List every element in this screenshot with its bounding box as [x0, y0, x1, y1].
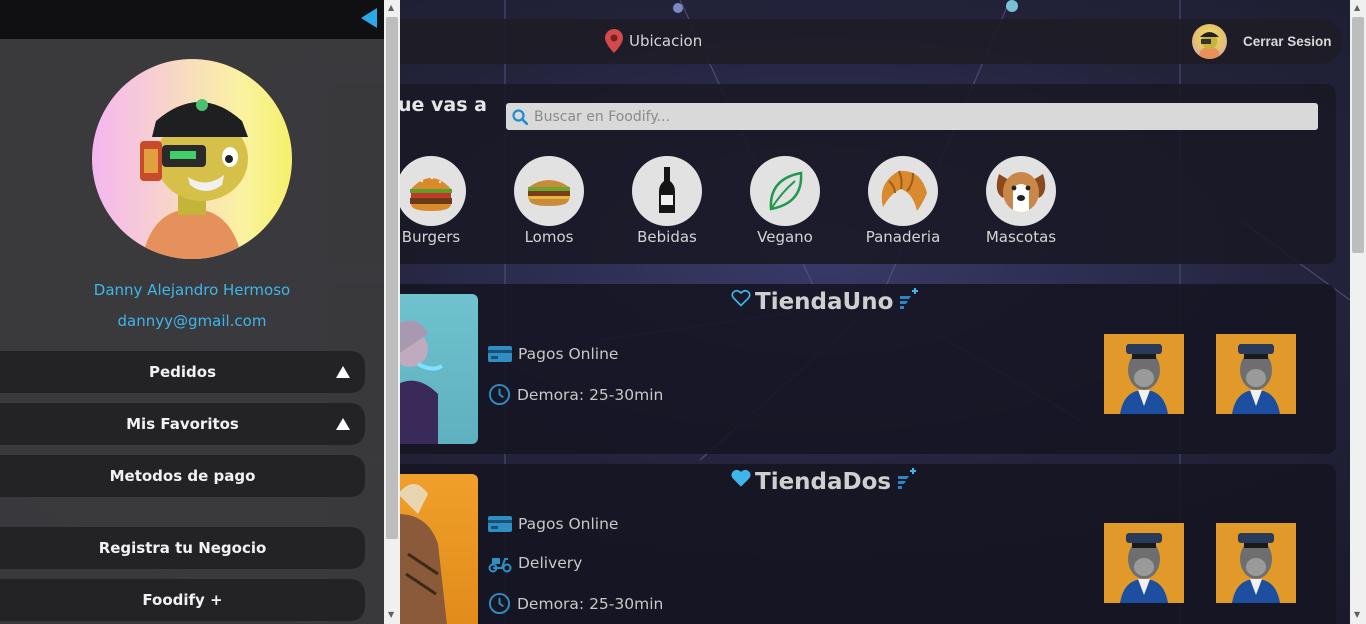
user-name: Danny Alejandro Hermoso — [93, 281, 291, 299]
logout-button[interactable]: Cerrar Sesion — [1243, 34, 1332, 49]
dog-icon — [986, 156, 1056, 226]
menu-label: Metodos de pago — [109, 467, 256, 485]
scooter-icon — [488, 558, 512, 573]
menu-registra-tu-negocio[interactable]: Registra tu Negocio — [0, 527, 365, 569]
category-panaderia[interactable]: Panaderia — [848, 156, 958, 246]
product-thumbnail[interactable] — [1104, 523, 1184, 603]
feature-label: Demora: 25-30min — [517, 594, 664, 613]
map-pin-icon — [605, 29, 623, 53]
search-question-text: ue vas a — [398, 94, 487, 116]
burger-icon — [396, 156, 466, 226]
menu-mis-favoritos[interactable]: Mis Favoritos — [0, 403, 365, 445]
scrollbar-thumb[interactable] — [386, 17, 398, 539]
heart-filled-icon[interactable] — [731, 468, 751, 488]
feature-label: Pagos Online — [518, 515, 619, 533]
menu-label: Pedidos — [148, 363, 217, 381]
menu-label: Foodify + — [142, 591, 223, 609]
user-email: dannyy@gmail.com — [117, 312, 267, 330]
category-lomos[interactable]: Lomos — [494, 156, 604, 246]
search-bar[interactable] — [506, 103, 1318, 130]
location-label: Ubicacion — [629, 32, 703, 50]
product-thumbnail[interactable] — [1216, 334, 1296, 414]
category-bebidas[interactable]: Bebidas — [612, 156, 722, 246]
feature-label: Demora: 25-30min — [517, 385, 664, 404]
product-thumbnail[interactable] — [1216, 523, 1296, 603]
store-image — [398, 474, 478, 624]
sidebar-top-bar — [0, 0, 384, 39]
feature-delay: Demora: 25-30min — [488, 592, 663, 615]
scroll-down-arrow-icon[interactable]: ▼ — [388, 611, 394, 619]
menu-pedidos[interactable]: Pedidos — [0, 351, 365, 393]
feature-online-payment: Pagos Online — [488, 514, 618, 534]
scrollbar-thumb[interactable] — [1352, 17, 1364, 253]
expand-triangle-icon[interactable] — [336, 418, 350, 430]
leaf-icon — [750, 156, 820, 226]
category-label: Mascotas — [985, 228, 1057, 246]
menu-label: Mis Favoritos — [126, 415, 239, 433]
collapse-sidebar-icon[interactable] — [361, 8, 377, 28]
menu-foodify-plus[interactable]: Foodify + — [0, 579, 365, 621]
feature-online-payment: Pagos Online — [488, 344, 618, 364]
product-thumbnail[interactable] — [1104, 334, 1184, 414]
store-title: TiendaUno — [731, 288, 921, 315]
search-icon — [512, 108, 528, 125]
store-name: TiendaUno — [755, 289, 894, 315]
category-label: Burgers — [401, 228, 461, 246]
avatar-small[interactable] — [1192, 24, 1227, 59]
feature-delivery: Delivery — [488, 553, 582, 573]
feature-label: Pagos Online — [518, 345, 619, 363]
category-label: Vegano — [757, 228, 813, 246]
scroll-down-arrow-icon[interactable]: ▼ — [1354, 611, 1360, 619]
search-input[interactable] — [534, 108, 1294, 125]
foodify-plus-badge-icon — [898, 468, 917, 489]
sidebar: Danny Alejandro Hermoso dannyy@gmail.com… — [0, 0, 384, 624]
heart-outline-icon[interactable] — [731, 288, 751, 308]
feature-label: Delivery — [518, 554, 583, 572]
store-name: TiendaDos — [755, 469, 892, 495]
sidebar-scrollbar[interactable]: ▲ ▼ — [384, 0, 400, 624]
user-header-area: Cerrar Sesion — [1192, 24, 1332, 59]
location-button[interactable]: Ubicacion — [605, 29, 702, 53]
menu-metodos-de-pago[interactable]: Metodos de pago — [0, 455, 365, 497]
avatar[interactable] — [92, 59, 292, 259]
menu-label: Registra tu Negocio — [98, 539, 267, 557]
category-label: Panaderia — [865, 228, 941, 246]
bottle-icon — [632, 156, 702, 226]
croissant-icon — [868, 156, 938, 226]
expand-triangle-icon[interactable] — [336, 366, 350, 378]
clock-icon — [488, 383, 511, 406]
category-vegano[interactable]: Vegano — [730, 156, 840, 246]
scroll-up-arrow-icon[interactable]: ▲ — [1354, 4, 1360, 12]
top-header — [330, 19, 1342, 64]
clock-icon — [488, 592, 511, 615]
store-image — [398, 294, 478, 444]
page-scrollbar[interactable]: ▲ ▼ — [1350, 0, 1366, 624]
category-label: Lomos — [524, 228, 574, 246]
category-label: Bebidas — [637, 228, 697, 246]
feature-delay: Demora: 25-30min — [488, 383, 663, 406]
sandwich-icon — [514, 156, 584, 226]
scroll-up-arrow-icon[interactable]: ▲ — [388, 4, 394, 12]
store-title: TiendaDos — [731, 468, 919, 495]
category-mascotas[interactable]: Mascotas — [966, 156, 1076, 246]
credit-card-icon — [488, 346, 512, 362]
credit-card-icon — [488, 516, 512, 532]
foodify-plus-badge-icon — [900, 288, 919, 309]
